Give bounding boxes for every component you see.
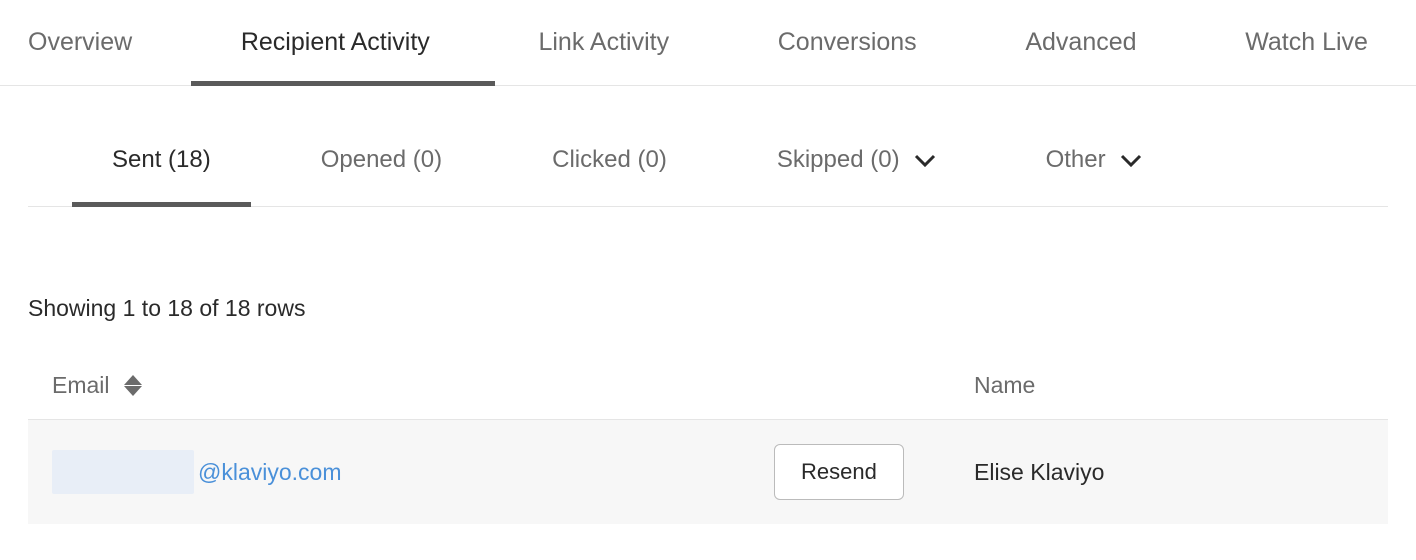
subtab-sent-label: Sent (18) bbox=[112, 146, 211, 174]
name-cell: Elise Klaviyo bbox=[974, 459, 1364, 486]
recipients-table: Email Name @klaviyo.com Resend Elise Kla… bbox=[28, 372, 1388, 524]
tab-overview[interactable]: Overview bbox=[28, 0, 152, 85]
column-header-email-label: Email bbox=[52, 372, 110, 399]
tab-recipient-activity[interactable]: Recipient Activity bbox=[241, 0, 450, 85]
email-domain: @klaviyo.com bbox=[198, 459, 342, 486]
tab-advanced[interactable]: Advanced bbox=[1025, 0, 1156, 85]
subtab-opened-label: Opened (0) bbox=[321, 146, 442, 174]
chevron-down-icon bbox=[914, 146, 936, 174]
tab-link-activity[interactable]: Link Activity bbox=[538, 0, 689, 85]
subtab-opened[interactable]: Opened (0) bbox=[321, 146, 442, 206]
chevron-down-icon bbox=[1120, 146, 1142, 174]
tab-watch-live[interactable]: Watch Live bbox=[1245, 0, 1388, 85]
table-header: Email Name bbox=[28, 372, 1388, 420]
showing-rows-text: Showing 1 to 18 of 18 rows bbox=[0, 207, 1416, 322]
tab-conversions[interactable]: Conversions bbox=[778, 0, 937, 85]
email-redacted bbox=[52, 450, 194, 494]
main-tabs: Overview Recipient Activity Link Activit… bbox=[0, 0, 1416, 86]
subtab-skipped[interactable]: Skipped (0) bbox=[777, 146, 936, 206]
sort-icon bbox=[124, 375, 142, 396]
action-cell: Resend bbox=[774, 444, 974, 500]
subtab-clicked[interactable]: Clicked (0) bbox=[552, 146, 667, 206]
column-header-name[interactable]: Name bbox=[974, 372, 1364, 399]
subtab-skipped-label: Skipped (0) bbox=[777, 146, 900, 174]
subtab-other-label: Other bbox=[1046, 146, 1106, 174]
column-header-email[interactable]: Email bbox=[52, 372, 774, 399]
table-row: @klaviyo.com Resend Elise Klaviyo bbox=[28, 420, 1388, 524]
subtab-other[interactable]: Other bbox=[1046, 146, 1142, 206]
column-header-name-label: Name bbox=[974, 372, 1035, 398]
subtab-sent[interactable]: Sent (18) bbox=[112, 146, 211, 206]
email-cell[interactable]: @klaviyo.com bbox=[52, 450, 774, 494]
sub-tabs: Sent (18) Opened (0) Clicked (0) Skipped… bbox=[28, 86, 1388, 207]
column-header-action bbox=[774, 372, 974, 399]
resend-button[interactable]: Resend bbox=[774, 444, 904, 500]
subtab-clicked-label: Clicked (0) bbox=[552, 146, 667, 174]
